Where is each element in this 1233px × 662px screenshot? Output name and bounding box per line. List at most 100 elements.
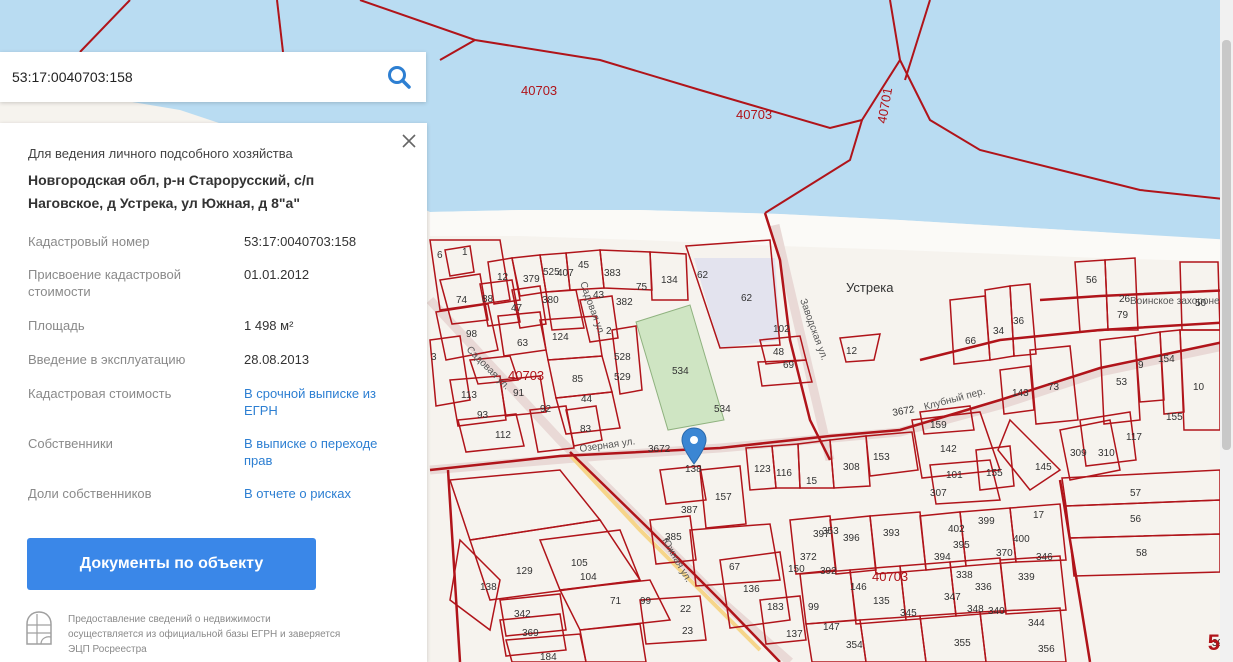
close-icon[interactable]: [400, 132, 418, 150]
parcel-number-label: 105: [571, 558, 588, 569]
parcel-number-label: 395: [953, 540, 970, 551]
parcel-number-label: 342: [514, 609, 531, 620]
parcel-number-label: 85: [572, 374, 584, 385]
parcel-number-label: 47: [511, 303, 523, 314]
parcel-number-label: 104: [580, 572, 597, 583]
block-number-label: 40703: [736, 107, 772, 122]
parcel-number-label: 336: [975, 582, 992, 593]
parcel-number-label: 143: [1012, 388, 1029, 399]
parcel-number-label: 146: [850, 582, 867, 593]
owners-link[interactable]: В выписке о переходе прав: [244, 435, 404, 469]
parcel-number-label: 50: [1195, 298, 1207, 309]
owner-shares-link[interactable]: В отчете о рисках: [244, 485, 404, 502]
parcel-number-label: 79: [1117, 310, 1129, 321]
parcel-number-label: 75: [636, 282, 648, 293]
parcel-number-label: 17: [1033, 510, 1045, 521]
parcel-number-label: 340: [988, 606, 1005, 617]
data-source-disclaimer: Предоставление сведений о недвижимости о…: [68, 614, 341, 655]
parcel-number-label: 356: [1038, 644, 1055, 655]
parcel-number-label: 528: [614, 352, 631, 363]
parcel-number-label: 62: [697, 270, 709, 281]
parcel-number-label: 1: [462, 247, 468, 258]
parcel-number-label: 308: [843, 462, 860, 473]
land-use-purpose: Для ведения личного подсобного хозяйства: [28, 146, 293, 161]
parcel-number-label: 12: [846, 346, 858, 357]
parcel-number-label: 99: [808, 602, 820, 613]
parcel-number-label: 307: [930, 488, 947, 499]
parcel-number-label: 88: [482, 294, 494, 305]
parcel-number-label: 380: [542, 295, 559, 306]
parcel-number-label: 74: [456, 295, 468, 306]
parcel-number-label: 400: [1013, 534, 1030, 545]
parcel-number-label: 113: [461, 390, 477, 401]
parcel-number-label: 9: [1138, 360, 1144, 371]
parcel-number-label: 23: [682, 626, 694, 637]
parcel-number-label: 69: [783, 360, 795, 371]
object-documents-button[interactable]: Документы по объекту: [27, 538, 316, 590]
parcel-number-label: 155: [1166, 412, 1183, 423]
parcel-number-label: 379: [523, 274, 540, 285]
parcel-number-label: 123: [754, 464, 771, 475]
parcel-number-label: 45: [578, 260, 590, 271]
parcel-number-label: 157: [715, 492, 732, 503]
parcel-number-label: 383: [604, 268, 621, 279]
parcel-number-label: 385: [665, 532, 682, 543]
parcel-number-label: 83: [580, 424, 592, 435]
parcel-number-label: 354: [846, 640, 863, 651]
parcel-number-label: 15: [806, 476, 818, 487]
parcel-number-label: 112: [495, 430, 511, 441]
parcel-number-label: 345: [900, 608, 917, 619]
parcel-number-label: 402: [948, 524, 965, 535]
cemetery-label: Воинское захоронение: [1130, 296, 1233, 307]
parcel-number-label: 346: [1036, 552, 1053, 563]
parcel-number-label: 534: [672, 366, 689, 377]
parcel-number-label: 138: [685, 464, 702, 475]
property-label: Доли собственников: [28, 486, 152, 501]
parcel-number-label: 129: [516, 566, 533, 577]
parcel-number-label: 339: [1018, 572, 1035, 583]
parcel-number-label: 529: [614, 372, 631, 383]
parcel-number-label: 92: [540, 404, 552, 415]
parcel-number-label: 62: [741, 293, 753, 304]
rosreestr-logo-icon: [25, 611, 53, 645]
parcel-number-label: 134: [661, 275, 678, 286]
search-icon[interactable]: [386, 64, 412, 90]
block-number-label: 40703: [872, 569, 908, 584]
search-input[interactable]: [0, 52, 370, 102]
parcel-number-label: 66: [965, 336, 977, 347]
parcel-number-label: 370: [996, 548, 1013, 559]
parcel-number-label: 142: [940, 444, 957, 455]
parcel-number-label: 372: [800, 552, 817, 563]
parcel-number-label: 150: [788, 564, 805, 575]
block-number-label: 40703: [521, 83, 557, 98]
parcel-number-label: 71: [610, 596, 622, 607]
parcel-number-label: 310: [1098, 448, 1115, 459]
property-label: Присвоение кадастровой стоимости: [28, 267, 182, 299]
parcel-number-label: 12: [497, 272, 509, 283]
parcel-number-label: 399: [978, 516, 995, 527]
page-scrollbar[interactable]: [1220, 0, 1233, 662]
block-number-label: 3672: [648, 444, 671, 455]
property-label: Введение в эксплуатацию: [28, 352, 186, 367]
parcel-number-label: 338: [956, 570, 973, 581]
scrollbar-thumb[interactable]: [1222, 40, 1231, 450]
parcel-number-label: 58: [1136, 548, 1148, 559]
parcel-number-label: 22: [680, 604, 692, 615]
map-corner-number: 5: [1207, 630, 1220, 655]
parcel-number-label: 44: [581, 394, 593, 405]
parcel-number-label: 36: [1013, 316, 1025, 327]
cadastral-value-link[interactable]: В срочной выписке из ЕГРН: [244, 385, 404, 419]
parcel-number-label: 3: [431, 352, 437, 363]
parcel-number-label: 2: [606, 326, 612, 337]
parcel-number-label: 116: [776, 468, 792, 479]
parcel-number-label: 392: [820, 566, 837, 577]
parcel-number-label: 124: [552, 332, 569, 343]
parcel-number-label: 63: [517, 338, 529, 349]
parcel-number-label: 159: [930, 420, 947, 431]
settlement-label: Устрека: [846, 280, 894, 295]
parcel-number-label: 184: [540, 652, 557, 662]
object-info-panel: Для ведения личного подсобного хозяйства…: [0, 123, 427, 662]
parcel-number-label: 396: [843, 533, 860, 544]
parcel-number-label: 344: [1028, 618, 1045, 629]
parcel-number-label: 137: [786, 629, 803, 640]
